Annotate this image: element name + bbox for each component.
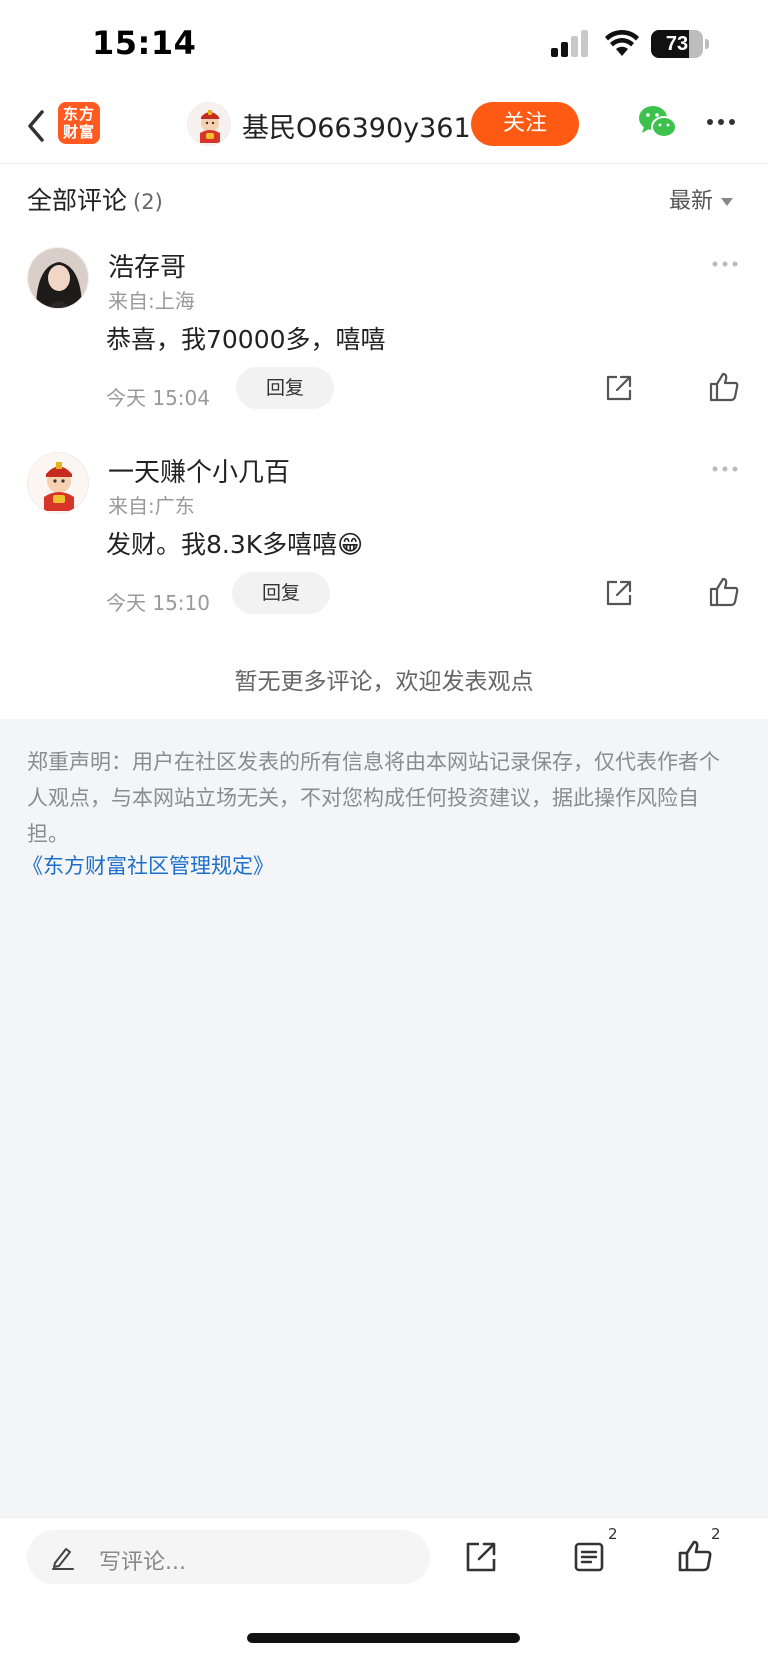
community-rules-link[interactable]: 《东方财富社区管理规定》	[22, 850, 274, 880]
commenter-avatar[interactable]	[27, 247, 89, 309]
comment-time: 今天 15:10	[106, 591, 210, 615]
battery-percentage: 73	[665, 33, 689, 55]
commenter-avatar[interactable]	[27, 452, 89, 514]
follow-button[interactable]: 关注	[471, 102, 579, 146]
comments-header: 全部评论 (2) 最新	[0, 165, 768, 225]
nav-bar: 东方 财富 基民O66390y361 关注	[0, 90, 768, 164]
sort-dropdown[interactable]: 最新	[669, 183, 734, 215]
home-indicator[interactable]	[247, 1633, 520, 1643]
comment-count-badge: 2	[608, 1525, 618, 1543]
mascot-avatar-icon	[200, 110, 220, 143]
comment-more-icon[interactable]	[711, 465, 739, 473]
status-bar: 15:14 73	[0, 0, 768, 90]
like-icon[interactable]	[708, 371, 740, 403]
app-logo[interactable]: 东方 财富	[58, 102, 100, 144]
share-icon[interactable]	[604, 578, 634, 608]
comment-text: 发财。我8.3K多嘻嘻😁	[106, 530, 364, 559]
commenter-name[interactable]: 一天赚个小几百	[108, 452, 290, 489]
caret-down-icon	[721, 198, 734, 206]
commenter-name[interactable]: 浩存哥	[108, 247, 186, 284]
comments-title: 全部评论 (2)	[27, 186, 163, 215]
share-icon[interactable]	[464, 1540, 498, 1574]
wifi-icon	[605, 29, 639, 56]
comment-item: 浩存哥 来自:上海 恭喜，我70000多，嘻嘻 今天 15:04 回复	[0, 236, 768, 436]
comment-item: 一天赚个小几百 来自:广东 发财。我8.3K多嘻嘻😁 今天 15:10 回复	[0, 441, 768, 641]
no-more-comments-text: 暂无更多评论，欢迎发表观点	[234, 669, 534, 695]
like-icon[interactable]	[708, 576, 740, 608]
disclaimer-section: 郑重声明：用户在社区发表的所有信息将由本网站记录保存，仅代表作者个人观点，与本网…	[0, 719, 768, 1517]
more-options-icon[interactable]	[706, 118, 736, 126]
wechat-share-icon[interactable]	[638, 104, 678, 140]
comment-text: 恭喜，我70000多，嘻嘻	[106, 325, 386, 354]
commenter-location: 来自:广东	[108, 494, 195, 518]
author-avatar[interactable]	[187, 102, 231, 146]
comment-time: 今天 15:04	[106, 386, 210, 410]
disclaimer-text: 郑重声明：用户在社区发表的所有信息将由本网站记录保存，仅代表作者个人观点，与本网…	[27, 750, 720, 846]
comments-list-icon[interactable]	[572, 1540, 606, 1574]
mascot-avatar-icon	[28, 453, 88, 513]
pencil-icon	[52, 1548, 74, 1570]
like-icon[interactable]	[677, 1538, 713, 1574]
battery-indicator: 73	[651, 30, 709, 58]
reply-button[interactable]: 回复	[232, 572, 330, 614]
write-comment-input[interactable]: 写评论...	[27, 1530, 430, 1584]
author-name[interactable]: 基民O66390y361	[242, 106, 471, 145]
commenter-location: 来自:上海	[108, 289, 195, 313]
cellular-signal-icon	[551, 30, 588, 57]
back-icon[interactable]	[22, 104, 52, 148]
share-icon[interactable]	[604, 373, 634, 403]
status-time: 15:14	[92, 24, 197, 62]
user-photo-icon	[28, 248, 88, 308]
like-count-badge: 2	[711, 1525, 721, 1543]
comment-more-icon[interactable]	[711, 260, 739, 268]
comments-count: (2)	[133, 190, 163, 214]
reply-button[interactable]: 回复	[236, 367, 334, 409]
comment-placeholder: 写评论...	[99, 1550, 186, 1575]
